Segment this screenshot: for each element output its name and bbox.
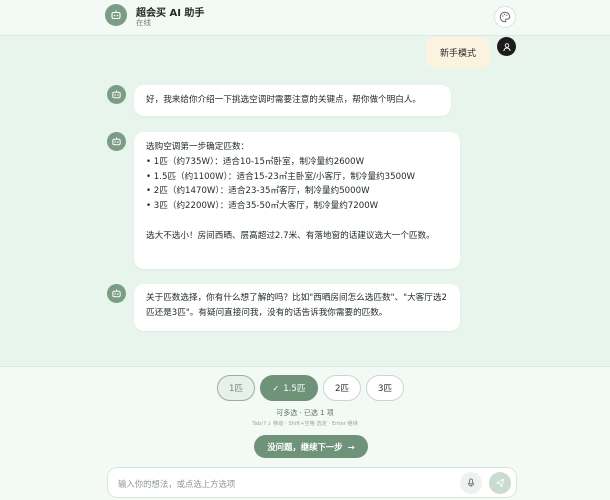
user-message: 新手模式 <box>426 37 490 68</box>
continue-button[interactable]: 没问题，继续下一步 → <box>254 435 368 458</box>
continue-label: 没问题，继续下一步 <box>267 441 343 452</box>
online-status: 在线 <box>136 18 151 27</box>
send-button[interactable] <box>489 472 511 494</box>
bot-message: 好，我来给你介绍一下挑选空调时需要注意的关键点，帮你做个明白人。 <box>134 85 451 116</box>
message-text: 好，我来给你介绍一下挑选空调时需要注意的关键点，帮你做个明白人。 <box>146 95 422 105</box>
voice-input-button[interactable] <box>460 472 482 494</box>
list-item: • 2匹（约1470W）：适合23-35㎡客厅，制冷量约5000W <box>146 186 370 197</box>
arrow-right-icon: → <box>347 441 355 452</box>
message-tip: 选大不选小！房间西晒、层高超过2.7米、有落地窗的话建议选大一个匹数。 <box>146 230 435 241</box>
chip-label: 3匹 <box>377 384 393 394</box>
list-item: • 1匹（约735W）：适合10-15㎡卧室，制冷量约2600W <box>146 156 365 167</box>
option-chip-2p[interactable]: 2匹 <box>323 375 361 401</box>
option-chip-1p[interactable]: 1匹 <box>217 375 255 401</box>
message-input[interactable] <box>118 475 448 492</box>
message-intro: 选购空调第一步确定匹数： <box>146 142 250 152</box>
microphone-icon <box>467 478 475 487</box>
bot-avatar-icon <box>107 132 126 151</box>
check-icon: ✓ <box>272 383 280 393</box>
robot-icon <box>105 4 127 26</box>
bot-message: 选购空调第一步确定匹数： • 1匹（约735W）：适合10-15㎡卧室，制冷量约… <box>134 132 460 269</box>
theme-button[interactable] <box>494 6 516 28</box>
keyboard-hint: Tab/↑↓ 移动 · Shift+空格 选定 · Enter 继续 <box>252 421 358 427</box>
chat-page: 超会买 AI 助手 在线 新手模式 好，我来给你介绍一下挑选空调时需要注意的关键… <box>0 0 610 500</box>
chat-header: 超会买 AI 助手 在线 <box>0 0 610 36</box>
chip-label: 1.5匹 <box>283 384 306 394</box>
bot-message: 关于匹数选择，你有什么想了解的吗？比如"西晒房间怎么选匹数"、"大客厅选2匹还是… <box>134 284 460 331</box>
list-item: • 3匹（约2200W）：适合35-50㎡大客厅，制冷量约7200W <box>146 201 379 212</box>
list-item: • 1.5匹（约1100W）：适合15-23㎡主卧室/小客厅，制冷量约3500W <box>146 171 416 182</box>
message-composer <box>107 467 517 498</box>
palette-icon <box>499 11 511 23</box>
user-avatar-icon <box>497 37 516 56</box>
chip-label: 1匹 <box>228 384 244 394</box>
chip-label: 2匹 <box>334 384 350 394</box>
message-text: 关于匹数选择，你有什么想了解的吗？比如"西晒房间怎么选匹数"、"大客厅选2匹还是… <box>146 293 447 318</box>
bot-avatar-icon <box>107 85 126 104</box>
option-chip-3p[interactable]: 3匹 <box>366 375 404 401</box>
selection-hint: 可多选 · 已选 1 项 <box>276 409 334 417</box>
option-chip-1-5p[interactable]: ✓ 1.5匹 <box>260 375 318 401</box>
bot-avatar-icon <box>107 284 126 303</box>
send-icon <box>496 478 505 488</box>
